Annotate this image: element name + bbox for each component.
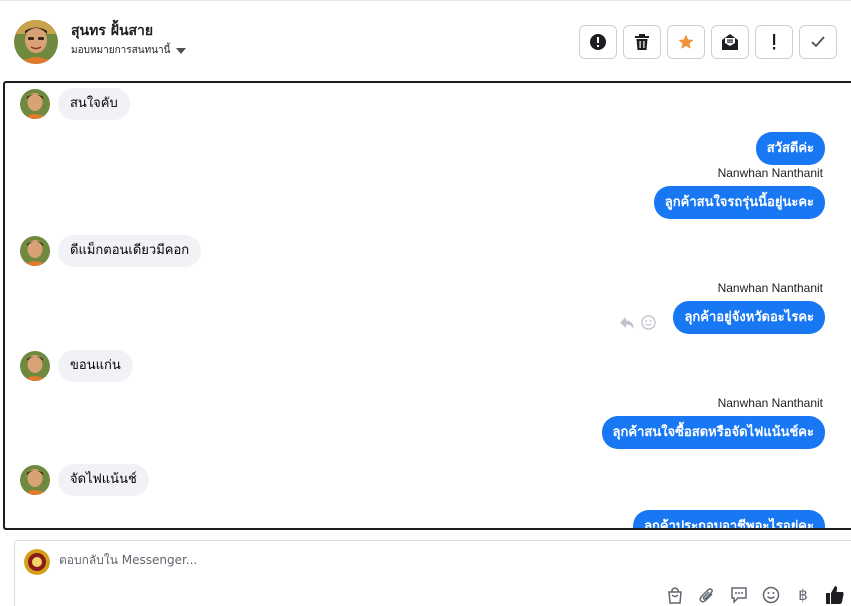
outgoing-message: ลูกค้าสนใจรถรุ่นนี้อยู่นะคะ (653, 186, 825, 219)
page-avatar (24, 549, 50, 575)
message-bubble: ขอนแก่น (58, 350, 133, 382)
incoming-message: ขอนแก่น (20, 350, 133, 382)
reply-icon[interactable] (619, 316, 635, 330)
delete-button[interactable] (623, 25, 661, 59)
caret-down-icon (176, 48, 187, 54)
message-hover-actions (619, 315, 656, 330)
bag-icon[interactable] (665, 585, 685, 605)
contact-name: สุนทร ฝั้นสาย (71, 23, 154, 39)
message-bubble: ลุกค้าสนใจซื้อสดหรือจัดไฟแน้นช์คะ (601, 416, 825, 449)
done-button[interactable] (799, 25, 837, 59)
message-bubble: ลูกค้าสนใจรถรุ่นนี้อยู่นะคะ (653, 186, 825, 219)
sender-avatar (20, 89, 50, 119)
chat-bubble-icon[interactable] (729, 585, 749, 605)
outgoing-message: ลุกค้าสนใจซื้อสดหรือจัดไฟแน้นช์คะ (601, 416, 825, 449)
mark-unread-button[interactable] (711, 25, 749, 59)
follow-up-button[interactable] (755, 25, 793, 59)
star-icon (678, 34, 694, 49)
sender-avatar (20, 236, 50, 266)
smiley-icon[interactable] (761, 585, 781, 605)
message-bubble: สนใจคับ (58, 88, 130, 120)
thumbs-up-icon[interactable] (825, 585, 845, 605)
paperclip-icon[interactable] (697, 585, 717, 605)
react-smiley-icon[interactable] (641, 315, 656, 330)
reply-composer: ฿ (14, 540, 851, 606)
sender-name: Nanwhan Nanthanit (717, 281, 823, 295)
trash-icon (635, 34, 649, 50)
conversation-thread[interactable]: สนใจคับ สวัสดีค่ะ Nanwhan Nanthanit ลูกค… (3, 81, 851, 530)
exclamation-icon (773, 34, 776, 50)
header-actions (579, 25, 837, 59)
envelope-icon (722, 34, 738, 50)
incoming-message: สนใจคับ (20, 88, 130, 120)
spam-button[interactable] (579, 25, 617, 59)
reply-input[interactable] (59, 553, 619, 567)
sender-avatar (20, 465, 50, 495)
outgoing-message: ลุกค้าอยู่จังหวัดอะไรคะ (673, 301, 825, 334)
message-bubble: ลุกค้าอยู่จังหวัดอะไรคะ (673, 301, 825, 334)
incoming-message: จัดไฟแน้นช์ (20, 464, 149, 496)
alert-circle-icon (590, 34, 606, 50)
sender-avatar (20, 351, 50, 381)
star-button[interactable] (667, 25, 705, 59)
message-bubble: ลุกค้าประกอบอาชีพอะไรอยู่คะ (633, 510, 825, 528)
sender-name: Nanwhan Nanthanit (717, 166, 823, 180)
baht-icon[interactable]: ฿ (793, 585, 813, 605)
incoming-message: ดีแม็กตอนเดียวมีคอก (20, 235, 202, 267)
sender-name: Nanwhan Nanthanit (717, 396, 823, 410)
message-bubble: สวัสดีค่ะ (755, 132, 825, 165)
assign-conversation-dropdown[interactable]: มอบหมายการสนทนานี้ (71, 43, 187, 58)
message-bubble: ดีแม็กตอนเดียวมีคอก (58, 235, 202, 267)
conversation-header: สุนทร ฝั้นสาย มอบหมายการสนทนานี้ (0, 0, 851, 80)
contact-avatar[interactable] (14, 20, 58, 64)
outgoing-message: ลุกค้าประกอบอาชีพอะไรอยู่คะ (633, 510, 825, 528)
outgoing-message: สวัสดีค่ะ (755, 132, 825, 165)
check-icon (811, 36, 825, 48)
message-bubble: จัดไฟแน้นช์ (58, 464, 149, 496)
reply-toolbar: ฿ (665, 585, 845, 605)
assign-label: มอบหมายการสนทนานี้ (71, 45, 171, 56)
